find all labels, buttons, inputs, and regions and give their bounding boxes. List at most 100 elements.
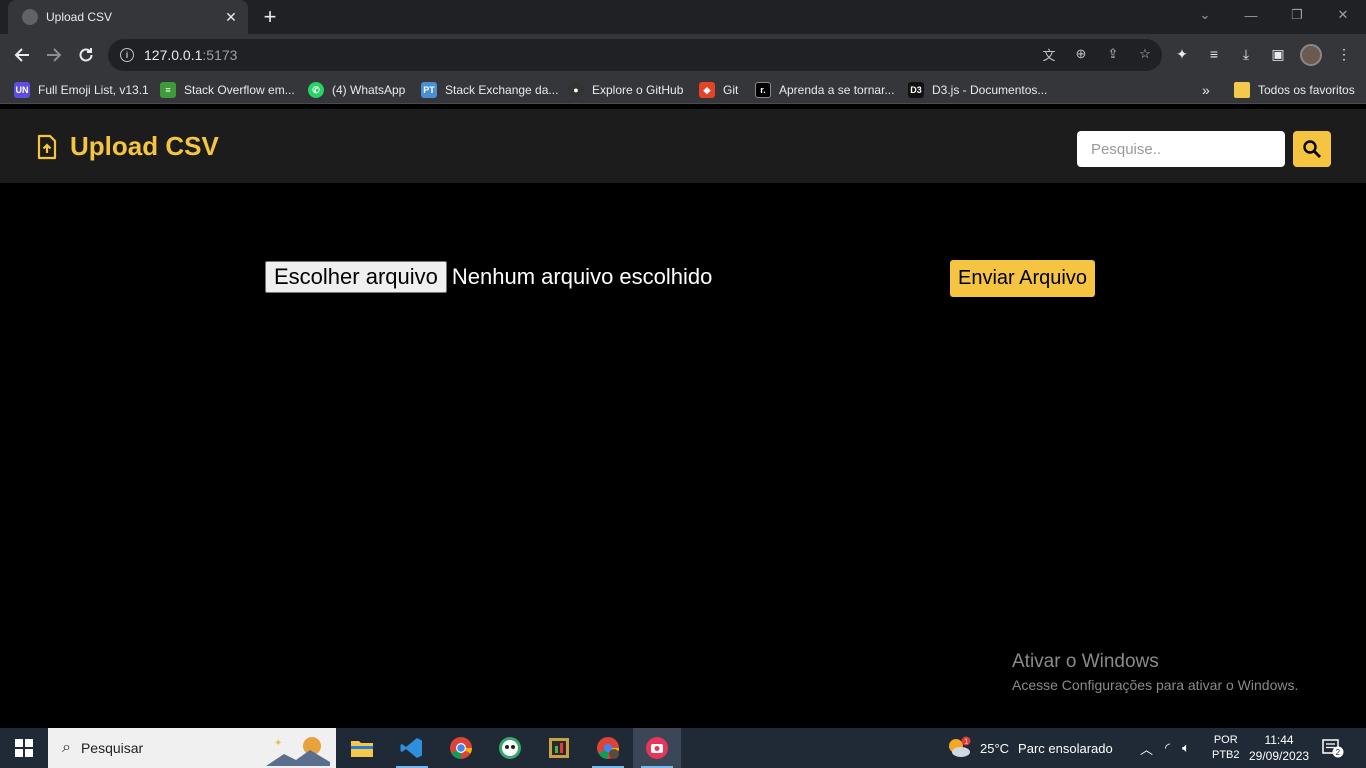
recorder-icon [646, 737, 668, 759]
bookmark-git[interactable]: ◆ Git [699, 81, 738, 99]
bookmark-label: Aprenda a se tornar... [779, 83, 895, 97]
chevron-up-icon[interactable]: ︿ [1140, 739, 1153, 758]
git-icon: ◆ [699, 82, 715, 98]
tab-title: Upload CSV [46, 10, 113, 24]
search-input[interactable] [1077, 131, 1285, 167]
all-favorites-label: Todos os favoritos [1258, 83, 1355, 97]
clock-date: 29/09/2023 [1249, 749, 1310, 763]
bookmark-roadmap[interactable]: r. Aprenda a se tornar... [755, 81, 894, 99]
address-bar[interactable]: i 127.0.0.1 :5173 文 ⊕ ⇪ ☆ [108, 39, 1162, 71]
stack-overflow-icon: ≡ [160, 82, 176, 98]
bookmark-label: Full Emoji List, v13.1 [38, 83, 149, 97]
reload-icon[interactable] [72, 41, 100, 69]
github-icon: ● [568, 82, 584, 98]
bookmark-github[interactable]: ● Explore o GitHub [568, 81, 683, 99]
zoom-icon[interactable]: ⊕ [1072, 45, 1090, 63]
panda-icon [499, 737, 521, 759]
weather-badge: 1 [964, 739, 968, 746]
taskbar-vscode[interactable] [388, 728, 436, 768]
tab-upload-csv[interactable]: Upload CSV ✕ [8, 0, 248, 34]
minimize-button[interactable]: — [1228, 0, 1274, 30]
d3-icon: D3 [908, 82, 924, 98]
send-file-button[interactable]: Enviar Arquivo [950, 260, 1095, 297]
extensions-puzzle-icon[interactable]: ✦ [1172, 44, 1192, 64]
weather-desc: Parc ensolarado [1018, 740, 1113, 756]
bookmark-label: Stack Exchange da... [445, 83, 559, 97]
forward-arrow-icon[interactable] [40, 41, 68, 69]
taskbar-chrome[interactable] [437, 728, 485, 768]
folder-icon [1234, 82, 1250, 98]
notification-center-button[interactable]: 2 [1322, 728, 1344, 768]
restore-button[interactable]: ❐ [1274, 0, 1320, 30]
language-indicator[interactable]: POR PTB2 [1212, 728, 1240, 768]
taskbar-app-panda[interactable] [486, 728, 534, 768]
volume-icon[interactable]: 🔈︎ [1182, 740, 1190, 756]
roadmap-icon: r. [755, 82, 771, 98]
taskbar-screen-recorder[interactable] [633, 728, 681, 768]
language-bottom: PTB2 [1212, 749, 1240, 761]
bookmark-full-emoji-list[interactable]: UN Full Emoji List, v13.1 [14, 81, 149, 99]
bookmark-label: Stack Overflow em... [184, 83, 295, 97]
taskbar-search-text: Pesquisar [80, 740, 144, 756]
taskbar-file-explorer[interactable] [338, 728, 386, 768]
taskbar-app-board[interactable] [535, 728, 583, 768]
translate-icon[interactable]: 文 [1040, 45, 1058, 63]
search-highlight-illustration: ✦ [266, 737, 330, 766]
page-title: Upload CSV [70, 131, 219, 161]
bookmark-label: D3.js - Documentos... [932, 83, 1048, 97]
app-header: Upload CSV [0, 109, 1366, 183]
bookmark-stack-overflow[interactable]: ≡ Stack Overflow em... [160, 81, 295, 99]
browser-toolbar: i 127.0.0.1 :5173 文 ⊕ ⇪ ☆ ✦ ≡ ⤓ ▣ ⋮ [0, 34, 1366, 76]
taskbar-search-box[interactable]: ⌕ Pesquisar ✦ [48, 728, 336, 768]
file-status-text: Nenhum arquivo escolhido [451, 264, 713, 289]
activation-title: Ativar o Windows [1012, 651, 1159, 672]
language-top: POR [1213, 734, 1238, 746]
bookmark-label: (4) WhatsApp [332, 83, 406, 97]
bookmark-label: Git [723, 83, 739, 97]
search-button[interactable] [1293, 131, 1331, 167]
search-icon: ⌕ [62, 739, 71, 756]
site-info-icon[interactable]: i [120, 48, 134, 62]
notification-icon: 2 [1322, 739, 1344, 758]
all-favorites-folder[interactable]: Todos os favoritos [1234, 81, 1355, 99]
bookmarks-overflow-button[interactable]: » [1202, 81, 1210, 99]
taskbar-chrome-profile[interactable] [584, 728, 632, 768]
menu-kebab-icon[interactable]: ⋮ [1334, 44, 1354, 64]
media-queue-icon[interactable]: ≡ [1204, 44, 1224, 64]
globe-icon [22, 9, 38, 25]
close-tab-icon[interactable]: ✕ [222, 9, 240, 26]
unicode-icon: UN [14, 82, 30, 98]
back-arrow-icon[interactable] [8, 41, 36, 69]
new-tab-button[interactable]: + [258, 4, 282, 30]
wifi-icon[interactable]: ◜ [1165, 740, 1170, 756]
clock[interactable]: 11:44 29/09/2023 [1249, 728, 1309, 768]
windows-activation-watermark: Ativar o Windows Acesse Configurações pa… [1012, 651, 1298, 693]
brand: Upload CSV [36, 131, 219, 162]
bookmark-whatsapp[interactable]: ✆ (4) WhatsApp [308, 81, 405, 99]
bookmark-d3js[interactable]: D3 D3.js - Documentos... [908, 81, 1047, 99]
close-window-button[interactable]: ✕ [1320, 0, 1366, 30]
bookmark-stack-exchange[interactable]: PT Stack Exchange da... [421, 81, 558, 99]
search-icon [1303, 140, 1321, 158]
board-icon [549, 738, 569, 758]
stack-exchange-icon: PT [421, 82, 437, 98]
vscode-icon [400, 738, 422, 758]
side-panel-icon[interactable]: ▣ [1268, 44, 1288, 64]
bookmark-star-icon[interactable]: ☆ [1136, 45, 1154, 63]
start-button[interactable] [0, 728, 48, 768]
whatsapp-icon: ✆ [308, 82, 324, 98]
choose-file-button[interactable]: Escolher arquivo [265, 261, 447, 293]
folder-icon [351, 741, 373, 757]
weather-temp: 25°C [980, 740, 1010, 756]
profile-avatar[interactable] [1300, 44, 1322, 66]
notification-count: 2 [1336, 748, 1341, 757]
bookmarks-bar: UN Full Emoji List, v13.1 ≡ Stack Overfl… [0, 76, 1366, 104]
system-tray-icons: ︿ ◜ 🔈︎ [1140, 728, 1190, 768]
download-icon[interactable]: ⤓ [1236, 44, 1256, 64]
share-icon[interactable]: ⇪ [1104, 45, 1122, 63]
tab-search-icon[interactable]: ⌄ [1182, 0, 1228, 30]
svg-text:✦: ✦ [274, 738, 282, 749]
file-picker: Escolher arquivo Nenhum arquivo escolhid… [265, 261, 712, 293]
page-content: Upload CSV Escolher arquivo Nenhum arqui… [0, 105, 1366, 727]
weather-widget[interactable]: 1 25°C Parc ensolarado [946, 728, 1113, 768]
